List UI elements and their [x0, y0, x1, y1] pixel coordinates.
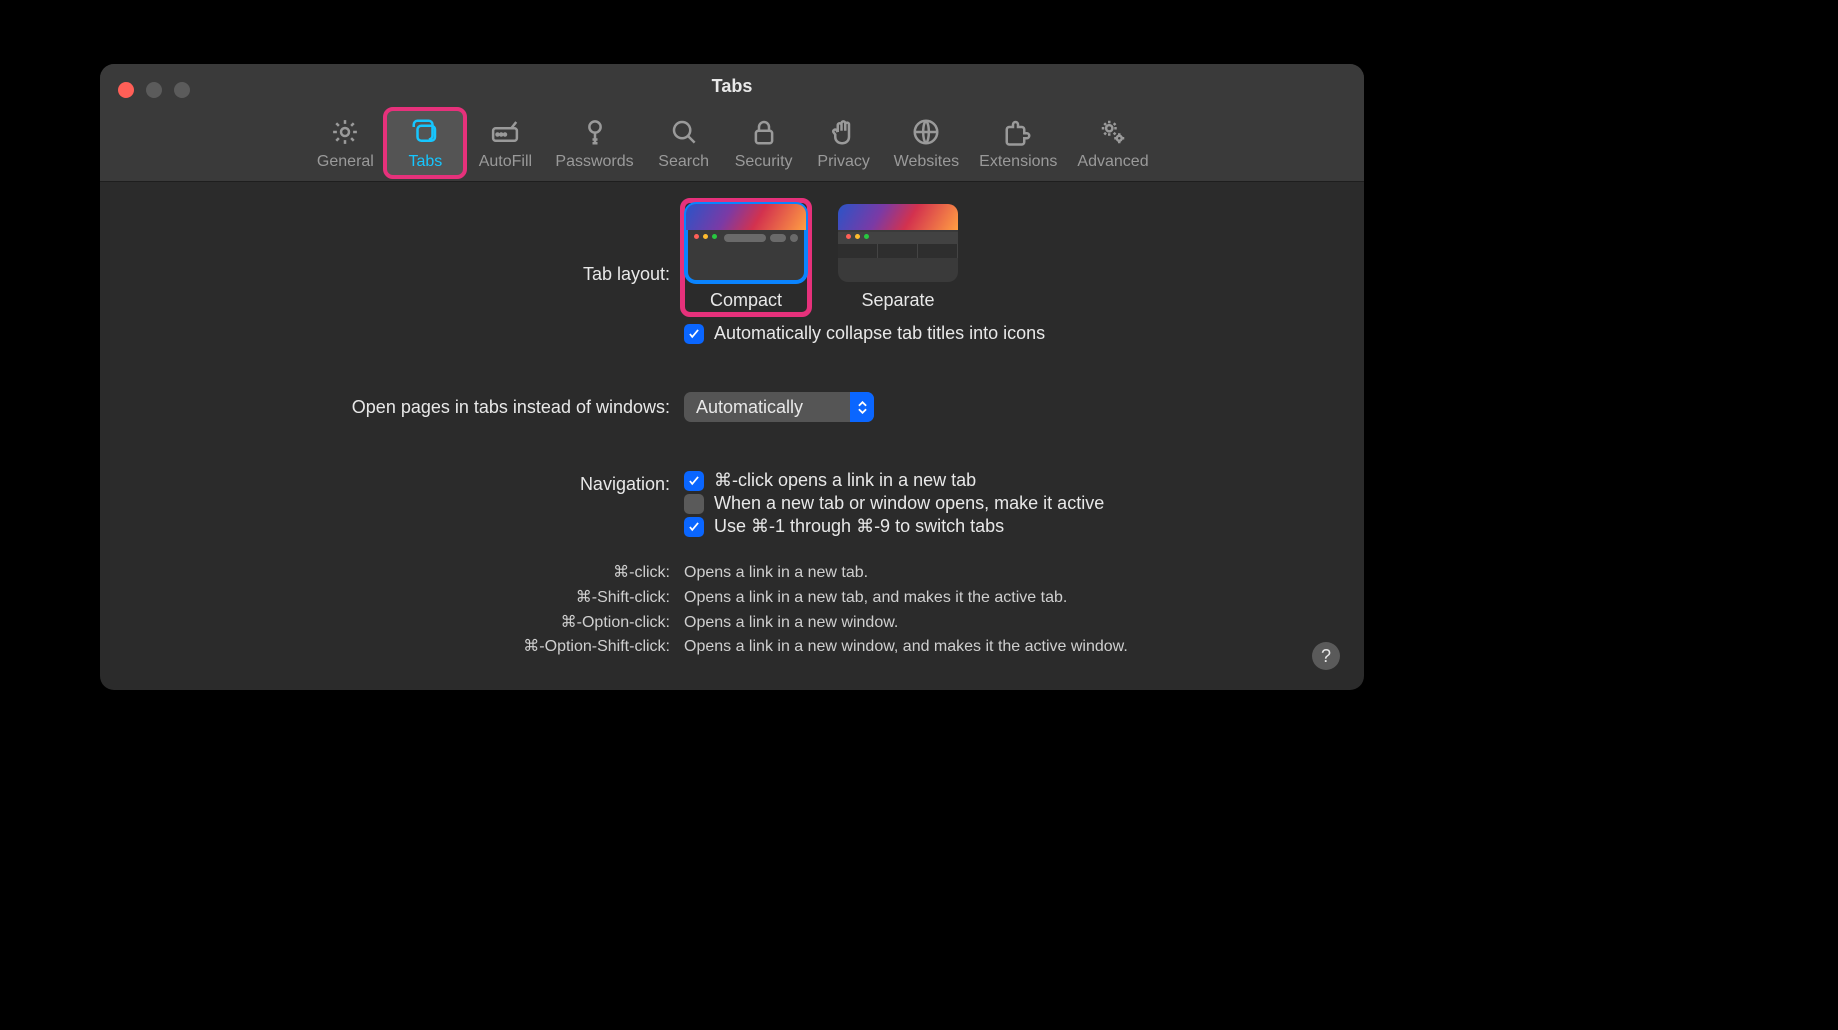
tab-extensions[interactable]: Extensions — [969, 109, 1067, 177]
help-value: Opens a link in a new tab, and makes it … — [684, 586, 1334, 611]
layout-caption: Compact — [710, 290, 782, 311]
help-key: ⌘-Option-click: — [130, 611, 670, 636]
preferences-window: Tabs General Tabs AutoFill — [100, 64, 1364, 690]
separate-thumbnail — [838, 204, 958, 282]
tab-layout-options: Compact Separate — [684, 202, 1334, 313]
tab-layout-label: Tab layout: — [130, 264, 670, 285]
toolbar-tabbar: General Tabs AutoFill Pass — [100, 109, 1364, 181]
gear-icon — [328, 115, 362, 149]
key-icon — [578, 115, 612, 149]
help-value: Opens a link in a new tab. — [684, 561, 1334, 586]
open-pages-value: Automatically — [696, 397, 803, 418]
compact-thumbnail — [686, 204, 806, 282]
tab-label: Advanced — [1077, 153, 1148, 171]
tab-label: Websites — [894, 153, 960, 171]
tab-label: Privacy — [817, 153, 869, 171]
help-icon: ? — [1321, 646, 1331, 667]
tab-label: Tabs — [408, 153, 442, 171]
hand-icon — [827, 115, 861, 149]
navigation-label: Navigation: — [130, 468, 670, 495]
open-pages-popup[interactable]: Automatically — [684, 392, 874, 422]
nav-cmd-number-checkbox[interactable] — [684, 517, 704, 537]
layout-caption: Separate — [861, 290, 934, 311]
tab-tabs[interactable]: Tabs — [385, 109, 465, 177]
nav-item-label: ⌘-click opens a link in a new tab — [714, 470, 976, 491]
help-value: Opens a link in a new window, and makes … — [684, 635, 1334, 660]
tab-label: General — [317, 153, 374, 171]
nav-make-active-checkbox[interactable] — [684, 494, 704, 514]
content: Tab layout: Compact — [100, 182, 1364, 690]
tab-autofill[interactable]: AutoFill — [465, 109, 545, 177]
auto-collapse-label: Automatically collapse tab titles into i… — [714, 323, 1045, 344]
help-row: ⌘-click: Opens a link in a new tab. — [130, 561, 1334, 586]
tab-label: Extensions — [979, 153, 1057, 171]
globe-icon — [909, 115, 943, 149]
nav-item-label: When a new tab or window opens, make it … — [714, 493, 1104, 514]
tab-layout-compact[interactable]: Compact — [684, 202, 808, 313]
help-key: ⌘-click: — [130, 561, 670, 586]
tab-search[interactable]: Search — [644, 109, 724, 177]
auto-collapse-checkbox[interactable] — [684, 324, 704, 344]
tab-label: Passwords — [555, 153, 633, 171]
puzzle-icon — [1001, 115, 1035, 149]
popup-arrows-icon — [850, 392, 874, 422]
nav-row-make-active: When a new tab or window opens, make it … — [684, 493, 1334, 514]
help-key: ⌘-Option-Shift-click: — [130, 635, 670, 660]
tab-security[interactable]: Security — [724, 109, 804, 177]
open-pages-label: Open pages in tabs instead of windows: — [130, 397, 670, 418]
nav-cmd-click-checkbox[interactable] — [684, 471, 704, 491]
lock-icon — [747, 115, 781, 149]
window-title: Tabs — [100, 76, 1364, 97]
tab-websites[interactable]: Websites — [884, 109, 970, 177]
help-value: Opens a link in a new window. — [684, 611, 1334, 636]
nav-row-cmd-click: ⌘-click opens a link in a new tab — [684, 470, 1334, 491]
nav-item-label: Use ⌘-1 through ⌘-9 to switch tabs — [714, 516, 1004, 537]
help-button[interactable]: ? — [1312, 642, 1340, 670]
tab-privacy[interactable]: Privacy — [804, 109, 884, 177]
search-icon — [667, 115, 701, 149]
help-key: ⌘-Shift-click: — [130, 586, 670, 611]
gears-icon — [1096, 115, 1130, 149]
auto-collapse-row: Automatically collapse tab titles into i… — [684, 323, 1334, 344]
tab-label: Search — [658, 153, 709, 171]
nav-row-cmd-number: Use ⌘-1 through ⌘-9 to switch tabs — [684, 516, 1334, 537]
tab-advanced[interactable]: Advanced — [1067, 109, 1158, 177]
toolbar: Tabs General Tabs AutoFill — [100, 64, 1364, 182]
tab-label: Security — [735, 153, 793, 171]
help-row: ⌘-Option-Shift-click: Opens a link in a … — [130, 635, 1334, 660]
tab-passwords[interactable]: Passwords — [545, 109, 643, 177]
help-row: ⌘-Shift-click: Opens a link in a new tab… — [130, 586, 1334, 611]
help-row: ⌘-Option-click: Opens a link in a new wi… — [130, 611, 1334, 636]
tab-label: AutoFill — [479, 153, 532, 171]
tabs-icon — [408, 115, 442, 149]
tab-layout-separate[interactable]: Separate — [836, 202, 960, 313]
autofill-icon — [488, 115, 522, 149]
tab-general[interactable]: General — [305, 109, 385, 177]
